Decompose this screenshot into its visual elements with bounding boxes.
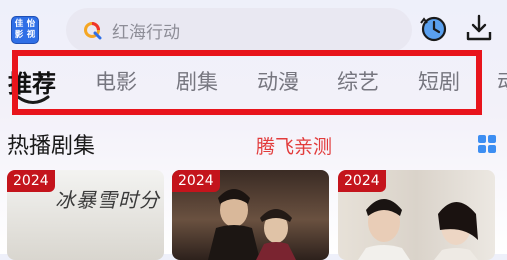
tab-series[interactable]: 剧集 [176, 66, 218, 96]
tab-anime-partial[interactable]: 动 [497, 66, 507, 96]
grid-view-icon[interactable] [478, 135, 496, 153]
poster-title: 冰暴雪时分 [55, 188, 160, 212]
year-badge: 2024 [7, 170, 55, 192]
history-icon[interactable] [419, 14, 448, 43]
tab-anime[interactable]: 动漫 [257, 66, 299, 96]
card-row: 2024 冰暴雪时分 2024 2024 [0, 170, 507, 260]
category-tabs: 推荐 电影 剧集 动漫 综艺 短剧 动 [0, 56, 507, 114]
app-logo[interactable]: 佳 怡 影 视 [11, 16, 39, 44]
logo-char: 怡 [26, 19, 36, 29]
poster-figures [208, 189, 296, 260]
logo-char: 佳 [14, 19, 24, 29]
search-source-icon [84, 22, 102, 40]
tab-variety[interactable]: 综艺 [337, 66, 379, 96]
section-title: 热播剧集 [7, 134, 96, 159]
drama-card[interactable]: 2024 冰暴雪时分 [7, 170, 164, 260]
logo-char: 影 [14, 30, 24, 40]
tab-movies[interactable]: 电影 [95, 66, 137, 96]
promo-link[interactable]: 腾飞亲测 [256, 132, 332, 159]
tab-shorts[interactable]: 短剧 [418, 66, 460, 96]
download-icon[interactable] [466, 14, 492, 42]
logo-char: 视 [26, 30, 36, 40]
drama-card[interactable]: 2024 [172, 170, 329, 260]
search-placeholder: 红海行动 [112, 22, 180, 43]
poster-figures [358, 199, 478, 260]
active-tab-indicator [16, 95, 50, 104]
search-bar[interactable]: 红海行动 [66, 8, 412, 52]
drama-card[interactable]: 2024 [338, 170, 495, 260]
